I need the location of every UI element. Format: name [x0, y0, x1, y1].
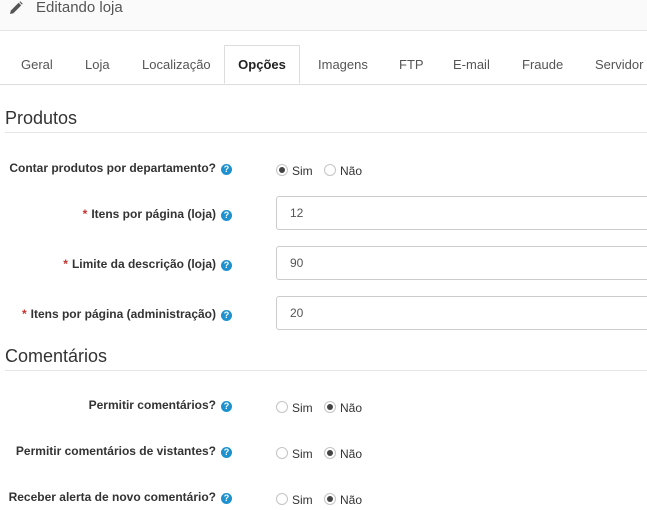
help-icon[interactable]: ?: [221, 210, 232, 221]
radio-label-nao: Não: [340, 401, 363, 415]
help-icon[interactable]: ?: [221, 493, 232, 504]
radio-permitir-nao[interactable]: [324, 401, 337, 413]
label-text: Permitir comentários?: [88, 398, 216, 412]
radio-label-nao: Não: [340, 164, 363, 178]
radio-visitantes-nao[interactable]: [324, 447, 337, 459]
radio-group-comentarios-visitantes: Sim Não: [276, 446, 370, 462]
tab-email[interactable]: E-mail: [453, 45, 490, 84]
required-marker: *: [82, 207, 88, 221]
help-icon[interactable]: ?: [221, 164, 232, 175]
radio-group-permitir-comentarios: Sim Não: [276, 400, 370, 416]
tab-fraude[interactable]: Fraude: [522, 45, 563, 84]
section-title-produtos: Produtos: [5, 108, 647, 133]
radio-alerta-nao[interactable]: [324, 493, 337, 505]
field-label-itens-admin: * Itens por página (administração)?: [22, 306, 232, 322]
pencil-icon: [10, 1, 23, 14]
help-icon[interactable]: ?: [221, 260, 232, 271]
tab-opcoes[interactable]: Opções: [224, 45, 300, 84]
tab-imagens[interactable]: Imagens: [318, 45, 368, 84]
label-text: Receber alerta de novo comentário?: [8, 490, 216, 504]
itens-admin-input[interactable]: [276, 296, 647, 330]
tab-geral[interactable]: Geral: [21, 45, 53, 84]
radio-label-sim: Sim: [292, 493, 313, 507]
panel-heading: Editando loja: [0, 0, 647, 31]
help-icon[interactable]: ?: [221, 310, 232, 321]
label-text: Itens por página (administração): [30, 307, 216, 321]
label-text: Itens por página (loja): [91, 207, 216, 221]
tab-bar: Geral Loja Localização Opções Imagens FT…: [0, 45, 647, 85]
field-label-itens-loja: * Itens por página (loja)?: [83, 206, 232, 222]
tab-servidor[interactable]: Servidor: [595, 45, 643, 84]
radio-label-nao: Não: [340, 447, 363, 461]
radio-visitantes-sim[interactable]: [276, 447, 288, 459]
help-icon[interactable]: ?: [221, 401, 232, 412]
radio-permitir-sim[interactable]: [276, 401, 288, 413]
field-label-limite-descricao: * Limite da descrição (loja)?: [63, 256, 232, 272]
tab-loja[interactable]: Loja: [85, 45, 110, 84]
required-marker: *: [21, 307, 27, 321]
radio-group-contar-produtos: Sim Não: [276, 163, 370, 179]
label-text: Limite da descrição (loja): [71, 257, 216, 271]
field-label-permitir-comentarios: Permitir comentários??: [89, 397, 232, 413]
radio-label-sim: Sim: [292, 447, 313, 461]
help-icon[interactable]: ?: [221, 447, 232, 458]
limite-descricao-input[interactable]: [276, 246, 647, 280]
field-label-comentarios-visitantes: Permitir comentários de vistantes??: [16, 443, 232, 459]
tab-ftp[interactable]: FTP: [399, 45, 424, 84]
radio-label-nao: Não: [340, 493, 363, 507]
radio-alerta-sim[interactable]: [276, 493, 288, 505]
label-text: Permitir comentários de vistantes?: [15, 444, 216, 458]
radio-contar-sim[interactable]: [276, 164, 288, 176]
tab-localizacao[interactable]: Localização: [142, 45, 211, 84]
radio-group-alerta-comentario: Sim Não: [276, 492, 370, 508]
label-text: Contar produtos por departamento?: [9, 161, 216, 175]
radio-contar-nao[interactable]: [324, 164, 337, 176]
page-title: Editando loja: [36, 0, 123, 16]
required-marker: *: [63, 257, 68, 271]
radio-label-sim: Sim: [292, 401, 313, 415]
radio-label-sim: Sim: [292, 164, 313, 178]
section-title-comentarios: Comentários: [5, 346, 647, 371]
field-label-contar-produtos: Contar produtos por departamento??: [9, 160, 232, 176]
field-label-alerta-comentario: Receber alerta de novo comentário??: [9, 489, 232, 505]
itens-loja-input[interactable]: [276, 196, 647, 230]
